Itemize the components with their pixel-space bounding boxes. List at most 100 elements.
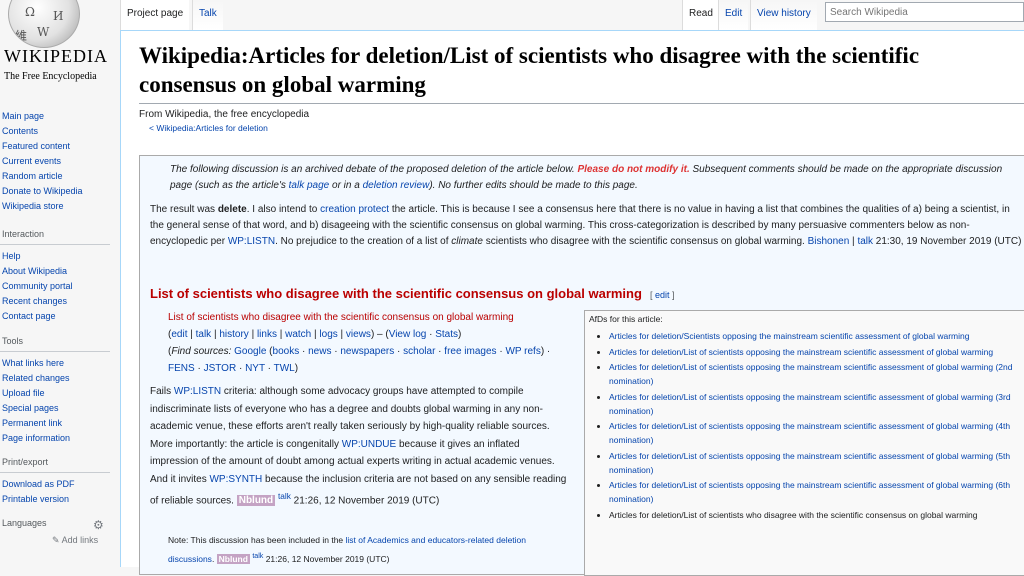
link-history[interactable]: history xyxy=(219,329,248,340)
page-tabs: Project page Talk Read Edit View history xyxy=(120,0,1024,30)
nomination-comment: Fails WP:LISTN criteria: although some a… xyxy=(150,383,568,510)
tools-heading: Tools xyxy=(2,336,24,346)
nav-recent-changes[interactable]: Recent changes xyxy=(2,296,67,306)
section-heading-text: List of scientists who disagree with the… xyxy=(150,286,642,301)
article-redlink[interactable]: List of scientists who disagree with the… xyxy=(168,312,514,323)
source-free-images[interactable]: free images xyxy=(444,346,496,357)
archive-notice: The following discussion is an archived … xyxy=(170,162,1010,194)
signature-timestamp: 21:26, 12 November 2019 (UTC) xyxy=(263,553,390,564)
section-heading: List of scientists who disagree with the… xyxy=(150,286,674,301)
wp-listn-link[interactable]: WP:LISTN xyxy=(174,386,221,397)
add-links-link[interactable]: ✎ Add links xyxy=(52,535,98,546)
puzzle-globe-icon: ΩИW維 xyxy=(8,0,80,48)
tab-project-page-label: Project page xyxy=(127,8,184,19)
nav-upload-file[interactable]: Upload file xyxy=(2,388,45,398)
link-logs[interactable]: logs xyxy=(319,329,337,340)
afd-link[interactable]: Articles for deletion/List of scientists… xyxy=(609,347,993,357)
user-link-nblund[interactable]: Nblund xyxy=(216,553,250,564)
nav-main-page[interactable]: Main page xyxy=(2,111,44,121)
interaction-portlet: Interaction Help About Wikipedia Communi… xyxy=(0,229,120,324)
tab-read-label: Read xyxy=(689,8,713,19)
tab-read[interactable]: Read xyxy=(682,0,719,30)
wikipedia-logo[interactable]: ΩИW維 WIKIPEDIA The Free Encyclopedia xyxy=(0,0,120,95)
article-links: List of scientists who disagree with the… xyxy=(168,312,551,374)
nav-what-links-here[interactable]: What links here xyxy=(2,358,64,368)
creation-protect-link[interactable]: creation protect xyxy=(320,204,389,215)
comment-text: Fails xyxy=(150,386,174,397)
divider xyxy=(0,472,110,473)
source-news[interactable]: news xyxy=(308,346,331,357)
tab-view-history[interactable]: View history xyxy=(750,0,817,30)
user-link-nblund[interactable]: Nblund xyxy=(236,495,276,507)
afd-link[interactable]: Articles for deletion/List of scientists… xyxy=(609,392,1011,416)
sidebar: ΩИW維 WIKIPEDIA The Free Encyclopedia Mai… xyxy=(0,0,120,567)
user-link-bishonen[interactable]: Bishonen xyxy=(808,236,850,247)
talk-page-link[interactable]: talk page xyxy=(289,180,330,191)
nav-current-events[interactable]: Current events xyxy=(2,156,61,166)
source-google[interactable]: Google xyxy=(234,346,266,357)
tools-portlet: Tools What links here Related changes Up… xyxy=(0,336,120,446)
notice-text: The following discussion is an archived … xyxy=(170,164,578,175)
nav-random-article[interactable]: Random article xyxy=(2,171,63,181)
source-books[interactable]: books xyxy=(273,346,300,357)
divider xyxy=(0,351,110,352)
logo-tagline: The Free Encyclopedia xyxy=(4,71,97,82)
nav-printable-version[interactable]: Printable version xyxy=(2,494,69,504)
nav-related-changes[interactable]: Related changes xyxy=(2,373,70,383)
nav-donate[interactable]: Donate to Wikipedia xyxy=(2,186,83,196)
link-talk[interactable]: talk xyxy=(196,329,212,340)
afd-link[interactable]: Articles for deletion/List of scientists… xyxy=(609,480,1010,504)
section-edit-link[interactable]: edit xyxy=(655,290,670,300)
source-jstor[interactable]: JSTOR xyxy=(204,363,237,374)
nav-download-pdf[interactable]: Download as PDF xyxy=(2,479,75,489)
wp-undue-link[interactable]: WP:UNDUE xyxy=(342,439,396,450)
deletion-review-link[interactable]: deletion review xyxy=(363,180,430,191)
tab-project-page[interactable]: Project page xyxy=(120,0,190,30)
link-stats[interactable]: Stats xyxy=(435,329,458,340)
nav-wikipedia-store[interactable]: Wikipedia store xyxy=(2,201,64,211)
nav-contact-page[interactable]: Contact page xyxy=(2,311,56,321)
nav-permanent-link[interactable]: Permanent link xyxy=(2,418,62,428)
afd-link[interactable]: Articles for deletion/Scientists opposin… xyxy=(609,331,969,341)
nav-help[interactable]: Help xyxy=(2,251,21,261)
nav-about-wikipedia[interactable]: About Wikipedia xyxy=(2,266,67,276)
archived-discussion-box: The following discussion is an archived … xyxy=(139,155,1024,576)
print-export-heading: Print/export xyxy=(2,457,49,467)
afd-link[interactable]: Articles for deletion/List of scientists… xyxy=(609,421,1010,445)
source-fens[interactable]: FENS xyxy=(168,363,195,374)
nav-special-pages[interactable]: Special pages xyxy=(2,403,59,413)
gear-icon[interactable]: ⚙ xyxy=(93,518,104,532)
link-watch[interactable]: watch xyxy=(285,329,311,340)
nav-page-information[interactable]: Page information xyxy=(2,433,70,443)
nav-contents[interactable]: Contents xyxy=(2,126,38,136)
user-talk-link[interactable]: talk xyxy=(278,491,291,501)
user-talk-link[interactable]: talk xyxy=(857,236,873,247)
user-talk-link[interactable]: talk xyxy=(252,552,263,560)
source-wp-refs[interactable]: WP refs xyxy=(505,346,540,357)
wp-synth-link[interactable]: WP:SYNTH xyxy=(209,474,262,485)
afd-link[interactable]: Articles for deletion/List of scientists… xyxy=(609,362,1012,386)
interaction-heading: Interaction xyxy=(2,229,45,239)
title-divider xyxy=(139,103,1024,104)
source-scholar[interactable]: scholar xyxy=(403,346,435,357)
result-verdict: delete xyxy=(217,204,247,215)
site-subtitle: From Wikipedia, the free encyclopedia xyxy=(139,109,310,120)
source-newspapers[interactable]: newspapers xyxy=(340,346,394,357)
content-area: Wikipedia:Articles for deletion/List of … xyxy=(120,30,1024,576)
afd-link[interactable]: Articles for deletion/List of scientists… xyxy=(609,451,1010,475)
nav-community-portal[interactable]: Community portal xyxy=(2,281,73,291)
link-view-log[interactable]: View log xyxy=(389,329,427,340)
nav-featured-content[interactable]: Featured content xyxy=(2,141,70,151)
print-export-portlet: Print/export Download as PDF Printable v… xyxy=(0,457,120,507)
link-views[interactable]: views xyxy=(346,329,371,340)
tab-edit[interactable]: Edit xyxy=(718,0,749,30)
source-twl[interactable]: TWL xyxy=(274,363,295,374)
wp-listn-link[interactable]: WP:LISTN xyxy=(228,236,275,247)
search-input[interactable] xyxy=(825,2,1024,22)
afd-caption: AfDs for this article: xyxy=(589,314,663,324)
breadcrumb[interactable]: < Wikipedia:Articles for deletion xyxy=(149,123,268,133)
source-nyt[interactable]: NYT xyxy=(245,363,265,374)
tab-talk[interactable]: Talk xyxy=(192,0,223,30)
link-links[interactable]: links xyxy=(257,329,277,340)
link-edit[interactable]: edit xyxy=(171,329,187,340)
